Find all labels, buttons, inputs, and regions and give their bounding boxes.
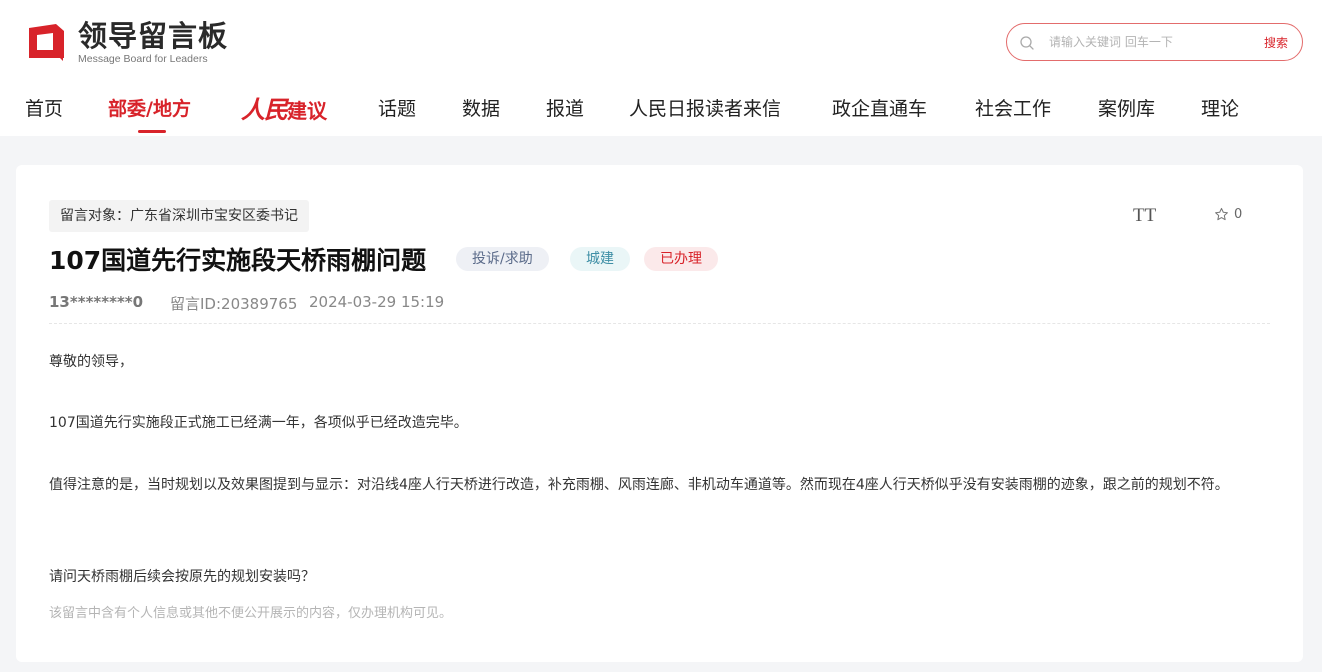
message-target: 留言对象：广东省深圳市宝安区委书记 (49, 200, 309, 232)
message-time: 2024-03-29 15:19 (309, 293, 445, 311)
message-author: 13********0 (49, 293, 144, 311)
favorite-button[interactable]: 0 (1214, 207, 1242, 222)
font-size-icon[interactable]: TT (1133, 205, 1156, 227)
search-input[interactable] (1049, 32, 1239, 52)
nav-people-suggestions[interactable]: 人民建议 (241, 90, 327, 125)
status-badge: 已办理 (644, 247, 718, 271)
tag-domain[interactable]: 城建 (570, 247, 630, 271)
nav-enterprise-express[interactable]: 政企直通车 (832, 94, 927, 121)
message-id: 留言ID:20389765 (170, 295, 298, 313)
message-title: 107国道先行实施段天桥雨棚问题 (49, 246, 427, 275)
nav-topics[interactable]: 话题 (378, 94, 416, 121)
logo-mark-icon (29, 24, 64, 61)
nav-home[interactable]: 首页 (25, 94, 63, 121)
top-header: 领导留言板 Message Board for Leaders 搜索 首页 部委… (0, 0, 1322, 136)
nav-theory[interactable]: 理论 (1201, 94, 1239, 121)
logo-text: 领导留言板 Message Board for Leaders (78, 21, 228, 66)
site-logo[interactable]: 领导留言板 Message Board for Leaders (26, 21, 228, 65)
nav-reports[interactable]: 报道 (546, 94, 584, 121)
tag-message-type[interactable]: 投诉/求助 (456, 247, 549, 271)
message-paragraph: 尊敬的领导， (49, 354, 133, 370)
nav-reader-letters[interactable]: 人民日报读者来信 (629, 94, 781, 121)
divider (49, 323, 1270, 324)
nav-data[interactable]: 数据 (462, 94, 500, 121)
message-card: 留言对象：广东省深圳市宝安区委书记 TT 0 107国道先行实施段天桥雨棚问题 … (16, 165, 1303, 662)
logo-subtitle: Message Board for Leaders (78, 53, 208, 65)
nav-social-work[interactable]: 社会工作 (975, 94, 1051, 121)
search-button[interactable]: 搜索 (1264, 34, 1288, 51)
nav-active-indicator (138, 130, 166, 133)
message-paragraph: 值得注意的是，当时规划以及效果图提到与显示：对沿线4座人行天桥进行改造，补充雨棚… (49, 477, 1229, 493)
search-icon[interactable] (1019, 35, 1035, 51)
nav-ministries-local[interactable]: 部委/地方 (108, 94, 191, 121)
message-paragraph: 107国道先行实施段正式施工已经满一年，各项似乎已经改造完毕。 (49, 415, 468, 431)
favorite-count: 0 (1234, 207, 1243, 222)
nav-brand-rest: 建议 (287, 99, 327, 123)
search-box: 搜索 (1006, 23, 1303, 61)
nav-case-library[interactable]: 案例库 (1098, 94, 1155, 121)
message-paragraph: 请问天桥雨棚后续会按原先的规划安装吗？ (49, 569, 315, 585)
privacy-notice: 该留言中含有个人信息或其他不便公开展示的内容，仅办理机构可见。 (49, 606, 453, 621)
star-icon (1215, 207, 1228, 221)
logo-title: 领导留言板 (78, 19, 229, 53)
nav-brand-script: 人民 (241, 95, 288, 124)
